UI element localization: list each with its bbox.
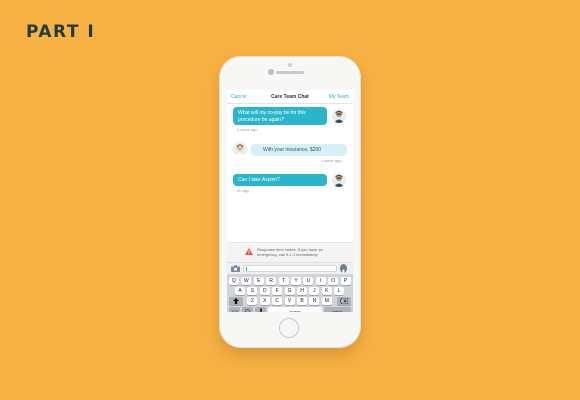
key-y[interactable]: Y	[291, 277, 301, 285]
key-l[interactable]: L	[334, 287, 345, 295]
message-timestamp: 1 week ago	[321, 158, 342, 163]
key-z[interactable]: Z	[247, 297, 258, 305]
message-timestamp: 2h ago	[237, 188, 250, 193]
numbers-key[interactable]: 123	[229, 307, 240, 312]
key-b[interactable]: B	[297, 297, 307, 305]
phone-screen: Cancel Care Team Chat My Team What will …	[227, 90, 353, 312]
key-i[interactable]: I	[315, 277, 326, 285]
shift-arrow-icon	[233, 298, 239, 304]
phone-mockup: Cancel Care Team Chat My Team What will …	[219, 56, 361, 348]
key-o[interactable]: O	[328, 277, 339, 285]
key-t[interactable]: T	[278, 277, 289, 285]
return-key[interactable]: return	[324, 307, 351, 312]
page-heading: PART I	[26, 22, 96, 42]
key-j[interactable]: J	[309, 287, 320, 295]
warning-icon	[245, 248, 253, 255]
key-d[interactable]: D	[259, 287, 270, 295]
microphone-icon[interactable]	[340, 264, 347, 275]
user-avatar-icon	[332, 173, 346, 187]
message-text: Can I take Aspirin?	[238, 177, 280, 183]
key-q[interactable]: Q	[229, 277, 239, 285]
backspace-icon	[340, 298, 348, 304]
emoji-key[interactable]	[242, 307, 253, 312]
home-button[interactable]	[279, 318, 299, 338]
emoji-icon	[245, 308, 250, 312]
message-timestamp: 1 week ago	[237, 127, 258, 132]
key-n[interactable]: N	[309, 297, 320, 305]
message-bubble-received: With your insurance, $200	[251, 144, 347, 156]
key-p[interactable]: P	[340, 277, 351, 285]
avatar	[332, 173, 346, 187]
care-team-avatar-icon	[233, 142, 247, 156]
key-w[interactable]: W	[241, 277, 252, 285]
key-s[interactable]: S	[247, 287, 258, 295]
message-text: What will my co-pay be for this procedur…	[238, 110, 306, 123]
front-camera	[268, 69, 274, 75]
text-cursor	[246, 267, 247, 271]
key-u[interactable]: U	[303, 277, 314, 285]
microphone-icon	[258, 308, 263, 312]
backspace-key[interactable]	[337, 297, 351, 305]
key-a[interactable]: A	[235, 287, 245, 295]
key-h[interactable]: H	[297, 287, 307, 295]
camera-icon[interactable]	[231, 265, 240, 272]
shift-key[interactable]	[229, 297, 243, 305]
key-f[interactable]: F	[272, 287, 283, 295]
dictation-key[interactable]	[255, 307, 266, 312]
earpiece-speaker	[276, 71, 304, 74]
key-v[interactable]: V	[284, 297, 295, 305]
message-input[interactable]	[243, 265, 337, 272]
user-avatar-icon	[332, 109, 346, 123]
key-e[interactable]: E	[253, 277, 264, 285]
message-bubble-sent: Can I take Aspirin?	[233, 174, 327, 186]
space-key[interactable]: space	[268, 307, 322, 312]
my-team-button[interactable]: My Team	[329, 94, 349, 100]
message-input-bar	[227, 262, 353, 275]
message-text: With your insurance, $200	[263, 147, 322, 153]
key-c[interactable]: C	[272, 297, 283, 305]
key-g[interactable]: G	[284, 287, 295, 295]
proximity-sensor	[288, 63, 292, 67]
avatar	[233, 142, 247, 156]
key-k[interactable]: K	[321, 287, 332, 295]
notice-text: Response time varies. If you have an eme…	[257, 247, 323, 257]
navigation-bar: Cancel Care Team Chat My Team	[227, 90, 353, 104]
key-x[interactable]: X	[259, 297, 270, 305]
message-bubble-sent: What will my co-pay be for this procedur…	[233, 107, 327, 125]
key-r[interactable]: R	[266, 277, 277, 285]
key-m[interactable]: M	[321, 297, 332, 305]
chat-thread[interactable]: What will my co-pay be for this procedur…	[227, 104, 353, 208]
keyboard: Q W E R T Y U I O P A S D F G H J K L Z …	[227, 274, 353, 312]
avatar	[332, 109, 346, 123]
